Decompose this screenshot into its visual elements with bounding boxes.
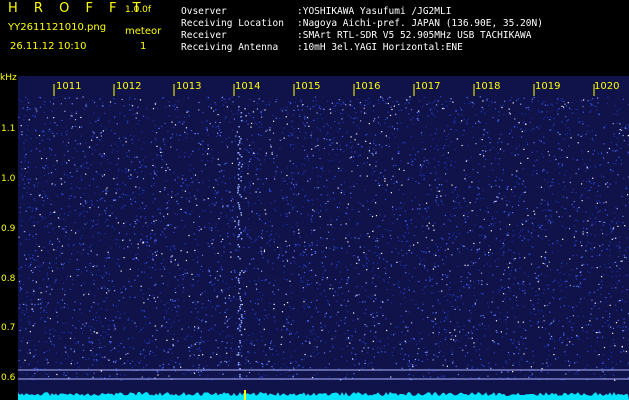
info-value: :10mH 3el.YAGI Horizontal:ENE — [297, 42, 463, 53]
y-axis-unit: kHz — [0, 73, 17, 83]
info-observer: Ovserver :YOSHIKAWA Yasufumi /JG2MLI — [181, 6, 451, 18]
info-value: :Nagoya Aichi-pref. JAPAN (136.90E, 35.2… — [297, 18, 543, 29]
y-tick-label: 1.0 — [1, 174, 16, 184]
info-label: Receiving Location — [181, 18, 284, 29]
info-receiver: Receiver :SMArt RTL-SDR V5 52.905MHz USB … — [181, 30, 532, 42]
x-tick-label: 1015 — [295, 81, 321, 92]
spectrogram-canvas — [18, 84, 629, 400]
x-tick-label: 1019 — [535, 81, 561, 92]
info-label: Receiving Antenna — [181, 42, 279, 53]
meteor-count: 1 — [140, 41, 147, 52]
y-tick-label: 0.7 — [1, 323, 16, 333]
x-tick-label: 1020 — [594, 81, 620, 92]
spectrum-trace — [18, 392, 629, 400]
info-value: :SMArt RTL-SDR V5 52.905MHz USB TACHIKAW… — [297, 30, 532, 41]
date-time: 26.11.12 10:10 — [10, 41, 87, 52]
x-tick-label: 1012 — [116, 81, 142, 92]
spectrogram-plot[interactable] — [18, 76, 629, 400]
x-tick-label: 1014 — [235, 81, 261, 92]
info-location: Receiving Location :Nagoya Aichi-pref. JA… — [181, 18, 543, 30]
y-tick-label: 0.9 — [1, 224, 16, 234]
x-tick-label: 1016 — [355, 81, 381, 92]
info-value: :YOSHIKAWA Yasufumi /JG2MLI — [297, 6, 452, 17]
y-tick-label: 0.8 — [1, 274, 16, 284]
info-label: Receiver — [181, 30, 227, 41]
file-name: YY2611121010.png — [8, 22, 107, 33]
header-panel: H R O F F T 1.0.0f YY2611121010.png mete… — [0, 0, 629, 76]
y-tick-label: 1.1 — [1, 124, 16, 134]
signal-marker — [244, 390, 246, 400]
info-antenna: Receiving Antenna :10mH 3el.YAGI Horizont… — [181, 42, 463, 54]
app-version: 1.0.0f — [125, 5, 152, 15]
carrier-trace — [237, 106, 243, 378]
meteor-label: meteor — [125, 26, 162, 37]
info-label: Ovserver — [181, 6, 227, 17]
y-tick-label: 0.6 — [1, 373, 16, 383]
x-tick-label: 1017 — [415, 81, 441, 92]
x-tick-label: 1013 — [176, 81, 202, 92]
x-tick-label: 1011 — [56, 81, 82, 92]
noise-field — [18, 96, 629, 381]
x-tick-label: 1018 — [475, 81, 501, 92]
